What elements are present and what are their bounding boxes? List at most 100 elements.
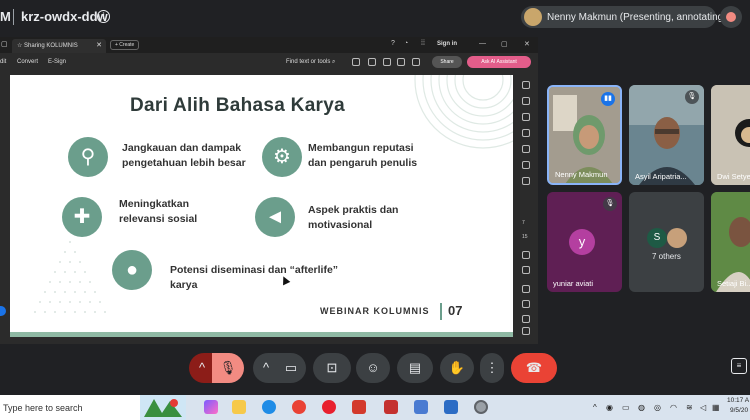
- app-icon[interactable]: [352, 400, 366, 414]
- meet-logo: M: [0, 9, 11, 24]
- browser-tabbar: ▢ ☆ Sharing KOLUMNIS ✕ + Create ? ◔ ⁞⁞ S…: [0, 37, 538, 53]
- tool-icon[interactable]: [522, 129, 530, 137]
- battery-icon[interactable]: ▭: [622, 403, 630, 412]
- edge-icon[interactable]: [262, 400, 276, 414]
- present-screen-icon[interactable]: ⊡: [313, 353, 351, 383]
- save-icon[interactable]: [383, 58, 391, 66]
- toolbar-item-convert[interactable]: Convert: [17, 59, 38, 65]
- magnifier-icon: ⚲: [68, 137, 108, 177]
- print-icon[interactable]: [368, 58, 376, 66]
- item-reputation: Membangun reputasi dan pengaruh penulis: [308, 141, 417, 171]
- avatar: [524, 8, 542, 26]
- footer-divider: [440, 303, 442, 320]
- info-icon[interactable]: i: [97, 10, 110, 23]
- item-line: Membangun reputasi: [308, 142, 414, 154]
- item-practical: Aspek praktis dan motivasional: [308, 203, 398, 233]
- scroll-up-icon[interactable]: [522, 251, 530, 259]
- decorative-dots: [34, 241, 106, 313]
- page-current: 7: [522, 220, 525, 226]
- wifi-icon[interactable]: ≋: [686, 403, 693, 412]
- chrome-icon[interactable]: [292, 400, 306, 414]
- bell-icon[interactable]: ◔: [404, 40, 408, 47]
- taskbar-search-input[interactable]: Type here to search: [0, 395, 186, 420]
- zoom-out-icon[interactable]: [522, 327, 530, 335]
- ai-tools-icon[interactable]: [352, 58, 360, 66]
- copilot-icon[interactable]: [204, 400, 218, 414]
- zoom-in-icon[interactable]: [522, 315, 530, 323]
- help-icon[interactable]: ?: [391, 40, 395, 47]
- participant-name: yuniar aviati: [553, 279, 594, 288]
- volume-icon[interactable]: ◁: [700, 403, 706, 412]
- wps-icon[interactable]: [384, 400, 398, 414]
- participant-tile[interactable]: Dwi Setye...: [711, 85, 750, 185]
- search-highlight-image: [140, 395, 186, 420]
- participant-tile[interactable]: ▮▮ Nenny Makmun: [547, 85, 622, 185]
- share-button[interactable]: Share: [432, 56, 462, 68]
- avatar: S: [647, 228, 667, 248]
- file-explorer-icon[interactable]: [232, 400, 246, 414]
- captions-icon[interactable]: ▤: [397, 353, 433, 383]
- chevron-up-icon[interactable]: ^: [593, 403, 597, 412]
- apps-icon[interactable]: ⁞⁞: [421, 40, 425, 47]
- participant-tile[interactable]: 🎙 Asyil Aripatria...: [629, 85, 704, 185]
- minimize-icon[interactable]: —: [479, 40, 486, 47]
- grid-icon[interactable]: ▢: [1, 40, 8, 48]
- end-call-icon[interactable]: ☎: [511, 353, 557, 383]
- stop-presenting-button[interactable]: [720, 6, 742, 28]
- chrome-active-icon[interactable]: [474, 400, 488, 414]
- tool-icon[interactable]: [522, 81, 530, 89]
- headset-icon[interactable]: ◠: [670, 403, 677, 412]
- defender-icon[interactable]: ◉: [606, 403, 613, 412]
- mail-icon[interactable]: [444, 400, 458, 414]
- close-window-icon[interactable]: ✕: [524, 40, 530, 48]
- item-line: Jangkauan dan dampak: [122, 142, 242, 154]
- close-icon[interactable]: ✕: [96, 41, 102, 49]
- mic-off-icon[interactable]: 🎙: [212, 353, 244, 383]
- presenter-pill[interactable]: Nenny Makmun (Presenting, annotating): [521, 6, 727, 28]
- find-text-field[interactable]: Find text or tools ⌕: [286, 59, 335, 66]
- clock-time[interactable]: 10:17 A: [727, 397, 749, 404]
- shared-screen: ▢ ☆ Sharing KOLUMNIS ✕ + Create ? ◔ ⁞⁞ S…: [0, 37, 538, 344]
- clock-date[interactable]: 9/5/20: [730, 407, 748, 414]
- participant-tile[interactable]: 🎙 y yuniar aviati: [547, 192, 622, 292]
- mic-off-icon: 🎙: [603, 197, 617, 211]
- page-total: 15: [522, 234, 528, 240]
- maximize-icon[interactable]: ▢: [501, 40, 508, 48]
- meet-top-bar: M krz-owdx-ddw i Nenny Makmun (Presentin…: [0, 0, 750, 34]
- participant-tile[interactable]: Setiaji Bi...: [711, 192, 750, 292]
- participant-name: Setiaji Bi...: [717, 279, 750, 288]
- tool-icon[interactable]: [522, 113, 530, 121]
- ask-ai-assistant-button[interactable]: Ask AI Assistant: [467, 56, 531, 68]
- divider: [13, 9, 14, 25]
- participant-name: Asyil Aripatria...: [635, 172, 687, 181]
- app-tray-icon[interactable]: ◍: [638, 403, 645, 412]
- create-tab-button[interactable]: + Create: [110, 40, 140, 50]
- sign-in-button[interactable]: Sign in: [437, 41, 457, 47]
- toolbar-item-edit[interactable]: dit: [0, 59, 6, 65]
- cloud-icon[interactable]: [397, 58, 405, 66]
- others-tile[interactable]: S 7 others: [629, 192, 704, 292]
- tool-icon[interactable]: [522, 97, 530, 105]
- toolbar-item-esign[interactable]: E-Sign: [48, 59, 66, 65]
- mail-icon[interactable]: [412, 58, 420, 66]
- network-icon[interactable]: ◎: [654, 403, 661, 412]
- refresh-icon[interactable]: [522, 285, 530, 293]
- chat-icon[interactable]: ≡: [731, 358, 747, 374]
- tool-icon[interactable]: [522, 161, 530, 169]
- slide-page-number: 07: [448, 303, 463, 318]
- tab-sharing-kolumnis[interactable]: ☆ Sharing KOLUMNIS ✕: [12, 39, 106, 53]
- tool-icon[interactable]: [522, 145, 530, 153]
- raise-hand-icon[interactable]: ✋: [440, 353, 474, 383]
- scroll-down-icon[interactable]: [522, 266, 530, 274]
- copy-icon[interactable]: [522, 300, 530, 308]
- opera-icon[interactable]: [322, 400, 336, 414]
- windows-taskbar: Type here to search ^ ◉ ▭ ◍ ◎ ◠ ≋ ◁ ▦ 10…: [0, 395, 750, 420]
- tool-icon[interactable]: [522, 177, 530, 185]
- item-line: karya: [170, 279, 198, 291]
- emoji-icon[interactable]: ☺: [356, 353, 390, 383]
- item-line: dan pengaruh penulis: [308, 157, 418, 169]
- store-icon[interactable]: [414, 400, 428, 414]
- more-options-icon[interactable]: ⋮: [480, 353, 504, 383]
- keyboard-icon[interactable]: ▦: [712, 403, 720, 412]
- camera-icon[interactable]: ▭: [276, 353, 306, 383]
